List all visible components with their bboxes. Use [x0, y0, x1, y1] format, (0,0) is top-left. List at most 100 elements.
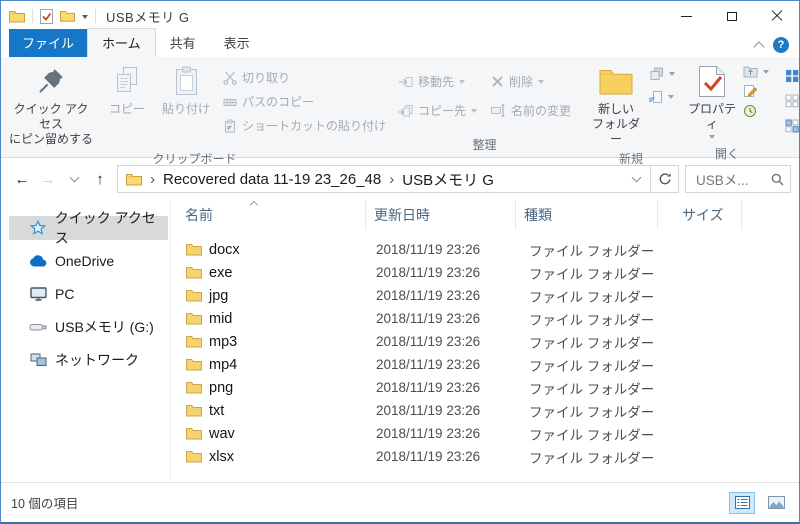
- ribbon-group-select: すべて選択 選択解除 選択の切り替え: [775, 57, 800, 157]
- easy-access-icon: [649, 90, 663, 104]
- copy-button[interactable]: コピー: [99, 57, 155, 149]
- window-title: USBメモリ G: [106, 7, 189, 26]
- column-header-type[interactable]: 種類: [516, 200, 658, 230]
- table-row[interactable]: mid 2018/11/19 23:26 ファイル フォルダー: [181, 307, 799, 330]
- help-icon[interactable]: ?: [773, 37, 789, 53]
- column-header-date-modified[interactable]: 更新日時: [366, 200, 516, 230]
- table-row[interactable]: jpg 2018/11/19 23:26 ファイル フォルダー: [181, 284, 799, 307]
- forward-button[interactable]: →: [35, 166, 61, 192]
- search-box[interactable]: USBメ...: [685, 165, 791, 193]
- details-view-icon: [735, 496, 750, 509]
- search-icon: [771, 173, 784, 186]
- properties-button[interactable]: プロパティ: [681, 57, 743, 144]
- sidebar-item-onedrive[interactable]: OneDrive: [1, 249, 170, 273]
- breadcrumb-current[interactable]: USBメモリ G: [402, 169, 494, 190]
- select-all-button[interactable]: すべて選択: [785, 67, 800, 84]
- address-dropdown-icon[interactable]: [632, 173, 642, 183]
- column-header-name[interactable]: 名前: [181, 200, 366, 230]
- table-row[interactable]: mp4 2018/11/19 23:26 ファイル フォルダー: [181, 353, 799, 376]
- breadcrumb-parent[interactable]: Recovered data 11-19 23_26_48: [163, 171, 381, 188]
- move-to-button[interactable]: 移動先: [398, 73, 477, 90]
- new-folder-button[interactable]: 新しい フォルダー: [583, 57, 649, 149]
- open-button[interactable]: [743, 65, 769, 78]
- tab-file[interactable]: ファイル: [9, 29, 87, 57]
- pin-to-quick-access-button[interactable]: クイック アクセス にピン留めする: [3, 57, 99, 149]
- explorer-window: USBメモリ G ファイル ホーム 共有 表示 ? クイック アクセス: [0, 0, 800, 524]
- ribbon-group-organize: 移動先 削除 コピー先: [388, 57, 581, 157]
- table-row[interactable]: xlsx 2018/11/19 23:26 ファイル フォルダー: [181, 445, 799, 468]
- collapse-ribbon-icon[interactable]: [753, 41, 764, 52]
- folder-icon: [186, 312, 202, 325]
- paste-shortcut-button[interactable]: ショートカットの貼り付け: [223, 117, 386, 134]
- back-button[interactable]: ←: [9, 166, 35, 192]
- copy-to-button[interactable]: コピー先: [398, 102, 477, 119]
- pushpin-icon: [37, 63, 65, 99]
- paste-icon: [174, 63, 199, 99]
- sidebar-item-quick-access[interactable]: クイック アクセス: [9, 216, 168, 240]
- copy-path-button[interactable]: パスのコピー: [223, 93, 386, 110]
- folder-icon: [186, 289, 202, 302]
- sidebar-item-label: ネットワーク: [55, 350, 139, 370]
- delete-button[interactable]: 削除: [491, 73, 571, 90]
- status-bar: 10 個の項目: [1, 482, 799, 522]
- dropdown-caret-icon: [763, 70, 769, 77]
- breadcrumb-separator: ›: [150, 171, 155, 188]
- qat-customize-caret-icon[interactable]: [82, 15, 88, 22]
- qat-properties-icon[interactable]: [40, 9, 53, 24]
- ribbon-group-open: プロパティ: [681, 57, 773, 157]
- quick-access-toolbar: [9, 9, 96, 24]
- sidebar-item-usb-drive[interactable]: USBメモリ (G:): [1, 315, 170, 339]
- table-row[interactable]: png 2018/11/19 23:26 ファイル フォルダー: [181, 376, 799, 399]
- table-row[interactable]: exe 2018/11/19 23:26 ファイル フォルダー: [181, 261, 799, 284]
- pc-monitor-icon: [29, 287, 47, 301]
- address-bar[interactable]: › Recovered data 11-19 23_26_48 › USBメモリ…: [117, 165, 651, 193]
- rename-button[interactable]: 名前の変更: [491, 102, 571, 119]
- ribbon-group-new: 新しい フォルダー: [583, 57, 679, 157]
- easy-access-button[interactable]: [649, 90, 675, 104]
- table-row[interactable]: wav 2018/11/19 23:26 ファイル フォルダー: [181, 422, 799, 445]
- navigation-bar: ← → ↑ › Recovered data 11-19 23_26_48 › …: [1, 158, 799, 200]
- qat-new-folder-icon[interactable]: [60, 10, 75, 22]
- maximize-button[interactable]: [709, 1, 754, 31]
- ribbon: クイック アクセス にピン留めする コピー 貼り付け: [1, 57, 799, 158]
- sidebar-item-network[interactable]: ネットワーク: [1, 348, 170, 372]
- paste-button[interactable]: 貼り付け: [155, 57, 217, 149]
- minimize-button[interactable]: [664, 1, 709, 31]
- thumbnails-view-icon: [768, 496, 785, 509]
- table-row[interactable]: docx 2018/11/19 23:26 ファイル フォルダー: [181, 238, 799, 261]
- details-view-button[interactable]: [729, 492, 755, 514]
- history-button[interactable]: [743, 104, 769, 118]
- edit-button[interactable]: [743, 84, 769, 98]
- column-header-size[interactable]: サイズ: [658, 200, 742, 230]
- copy-to-icon: [398, 104, 413, 118]
- invert-selection-button[interactable]: 選択の切り替え: [785, 117, 800, 134]
- dropdown-caret-icon: [709, 135, 715, 142]
- close-button[interactable]: [754, 1, 799, 31]
- folder-icon: [186, 266, 202, 279]
- thumbnails-view-button[interactable]: [763, 492, 789, 514]
- dropdown-caret-icon: [459, 80, 465, 87]
- window-folder-icon: [9, 10, 25, 23]
- search-input[interactable]: USBメ...: [696, 169, 771, 189]
- tab-home[interactable]: ホーム: [87, 28, 156, 57]
- folder-icon: [186, 404, 202, 417]
- table-row[interactable]: txt 2018/11/19 23:26 ファイル フォルダー: [181, 399, 799, 422]
- navigation-pane: クイック アクセス OneDrive PC USBメモリ (G:): [1, 200, 171, 482]
- new-item-button[interactable]: [649, 67, 675, 81]
- column-headers: 名前 更新日時 種類 サイズ: [181, 200, 799, 230]
- maximize-icon: [727, 12, 737, 21]
- tab-share[interactable]: 共有: [156, 29, 210, 57]
- refresh-button[interactable]: [651, 165, 679, 193]
- recent-locations-button[interactable]: [61, 166, 87, 192]
- cut-button[interactable]: 切り取り: [223, 69, 386, 86]
- edit-icon: [743, 84, 757, 98]
- chevron-down-icon: [69, 173, 79, 183]
- copy-icon: [114, 63, 140, 99]
- up-button[interactable]: ↑: [87, 166, 113, 192]
- dropdown-caret-icon: [669, 72, 675, 79]
- minimize-icon: [681, 16, 692, 17]
- table-row[interactable]: mp3 2018/11/19 23:26 ファイル フォルダー: [181, 330, 799, 353]
- sidebar-item-pc[interactable]: PC: [1, 282, 170, 306]
- select-none-button[interactable]: 選択解除: [785, 92, 800, 109]
- tab-view[interactable]: 表示: [210, 29, 264, 57]
